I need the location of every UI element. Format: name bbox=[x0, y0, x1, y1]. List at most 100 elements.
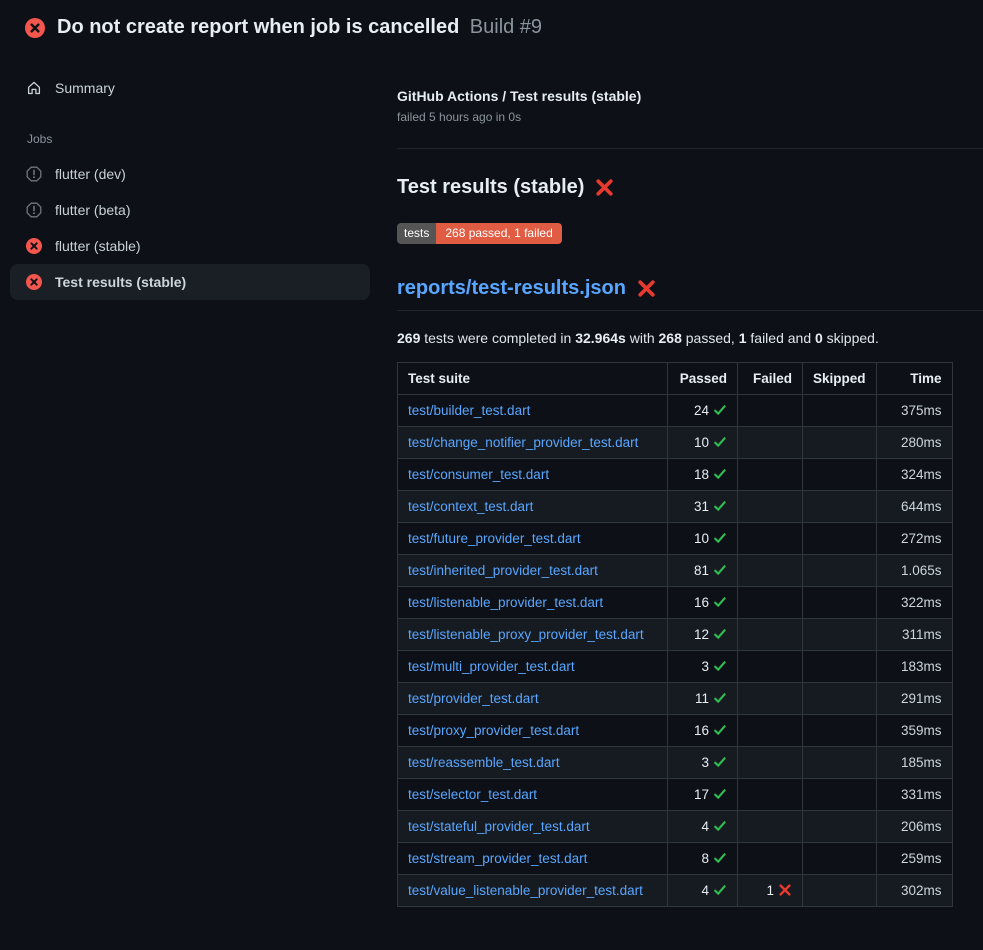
failed-count-cell bbox=[738, 427, 803, 459]
test-suite-link[interactable]: test/change_notifier_provider_test.dart bbox=[408, 435, 638, 450]
green-check-icon bbox=[713, 627, 727, 641]
table-row: test/proxy_provider_test.dart16359ms bbox=[398, 715, 953, 747]
skipped-count-cell bbox=[803, 555, 877, 587]
passed-count-cell: 10 bbox=[668, 523, 738, 555]
time-cell: 375ms bbox=[876, 395, 952, 427]
passed-count-cell: 10 bbox=[668, 427, 738, 459]
passed-count-cell: 4 bbox=[668, 811, 738, 843]
failed-count-cell bbox=[738, 459, 803, 491]
tests-badge[interactable]: tests 268 passed, 1 failed bbox=[397, 223, 562, 244]
table-row: test/reassemble_test.dart3185ms bbox=[398, 747, 953, 779]
test-suite-link[interactable]: test/reassemble_test.dart bbox=[408, 755, 560, 770]
green-check-icon bbox=[713, 851, 727, 865]
passed-count-cell: 16 bbox=[668, 587, 738, 619]
table-row: test/listenable_provider_test.dart 16 322m… bbox=[398, 587, 953, 619]
time-cell: 291ms bbox=[876, 683, 952, 715]
failed-count-cell bbox=[738, 811, 803, 843]
table-row: test/builder_test.dart24375ms bbox=[398, 395, 953, 427]
red-cross-icon bbox=[636, 278, 657, 299]
skipped-count-cell bbox=[803, 747, 877, 779]
failed-count-cell: 1 bbox=[738, 875, 803, 907]
table-row: test/change_notifier_provider_test.dart 1… bbox=[398, 427, 953, 459]
table-row: test/selector_test.dart17331ms bbox=[398, 779, 953, 811]
red-cross-icon bbox=[594, 177, 615, 198]
divider bbox=[397, 148, 983, 149]
sidebar-item-summary[interactable]: Summary bbox=[10, 70, 370, 106]
green-check-icon bbox=[713, 819, 727, 833]
column-header-skipped: Skipped bbox=[803, 363, 877, 395]
table-row: test/context_test.dart31644ms bbox=[398, 491, 953, 523]
green-check-icon bbox=[713, 723, 727, 737]
passed-count-cell: 3 bbox=[668, 747, 738, 779]
test-suite-link[interactable]: test/proxy_provider_test.dart bbox=[408, 723, 579, 738]
failed-count-cell bbox=[738, 587, 803, 619]
skipped-count-cell bbox=[803, 427, 877, 459]
badge-value: 268 passed, 1 failed bbox=[436, 223, 561, 244]
page-title: Do not create report when job is cancell… bbox=[57, 16, 459, 38]
test-suite-link[interactable]: test/stateful_provider_test.dart bbox=[408, 819, 590, 834]
x-circle-icon bbox=[25, 18, 45, 38]
passed-count-cell: 16 bbox=[668, 715, 738, 747]
x-circle-icon bbox=[26, 274, 42, 290]
passed-count-cell: 3 bbox=[668, 651, 738, 683]
test-suite-link[interactable]: test/value_listenable_provider_test.dart bbox=[408, 883, 643, 898]
test-suite-link[interactable]: test/future_provider_test.dart bbox=[408, 531, 581, 546]
job-label: flutter (beta) bbox=[55, 202, 130, 218]
test-suite-link[interactable]: test/inherited_provider_test.dart bbox=[408, 563, 598, 578]
run-meta: failed 5 hours ago in 0s bbox=[397, 110, 983, 124]
test-suite-link[interactable]: test/context_test.dart bbox=[408, 499, 533, 514]
skipped-count-cell bbox=[803, 491, 877, 523]
green-check-icon bbox=[713, 755, 727, 769]
column-header-test-suite: Test suite bbox=[398, 363, 668, 395]
time-cell: 324ms bbox=[876, 459, 952, 491]
green-check-icon bbox=[713, 435, 727, 449]
test-suite-link[interactable]: test/provider_test.dart bbox=[408, 691, 539, 706]
failed-count-cell bbox=[738, 523, 803, 555]
skipped-count-cell bbox=[803, 619, 877, 651]
sidebar-item-job[interactable]: Test results (stable) bbox=[10, 264, 370, 300]
skipped-count-cell bbox=[803, 587, 877, 619]
test-suite-link[interactable]: test/consumer_test.dart bbox=[408, 467, 549, 482]
skipped-count-cell bbox=[803, 395, 877, 427]
test-suite-link[interactable]: test/builder_test.dart bbox=[408, 403, 530, 418]
sidebar-item-job[interactable]: flutter (stable) bbox=[10, 228, 370, 264]
green-check-icon bbox=[713, 499, 727, 513]
time-cell: 280ms bbox=[876, 427, 952, 459]
skipped-count-cell bbox=[803, 779, 877, 811]
report-file-title: reports/test-results.json bbox=[397, 277, 983, 300]
table-header-row: Test suite Passed Failed Skipped Time bbox=[398, 363, 953, 395]
sidebar-item-job[interactable]: flutter (beta) bbox=[10, 192, 370, 228]
skipped-count-cell bbox=[803, 811, 877, 843]
test-suite-link[interactable]: test/stream_provider_test.dart bbox=[408, 851, 587, 866]
time-cell: 183ms bbox=[876, 651, 952, 683]
stop-octagon-icon bbox=[26, 166, 42, 182]
test-suite-link[interactable]: test/multi_provider_test.dart bbox=[408, 659, 575, 674]
home-icon bbox=[26, 80, 42, 96]
table-row: test/stateful_provider_test.dart 4 206ms bbox=[398, 811, 953, 843]
table-row: test/provider_test.dart11291ms bbox=[398, 683, 953, 715]
test-suite-link[interactable]: test/selector_test.dart bbox=[408, 787, 537, 802]
test-suite-link[interactable]: test/listenable_provider_test.dart bbox=[408, 595, 603, 610]
divider bbox=[397, 310, 983, 311]
jobs-list: flutter (dev) flutter (beta) flutter (st… bbox=[0, 156, 380, 300]
report-file-link[interactable]: reports/test-results.json bbox=[397, 277, 626, 300]
skipped-count-cell bbox=[803, 875, 877, 907]
skipped-count-cell bbox=[803, 523, 877, 555]
green-check-icon bbox=[713, 467, 727, 481]
time-cell: 322ms bbox=[876, 587, 952, 619]
column-header-passed: Passed bbox=[668, 363, 738, 395]
jobs-heading: Jobs bbox=[0, 106, 380, 156]
sidebar: Summary Jobs flutter (dev) flutter (beta… bbox=[0, 70, 380, 300]
stop-octagon-icon bbox=[26, 202, 42, 218]
passed-count-cell: 12 bbox=[668, 619, 738, 651]
skipped-count-cell bbox=[803, 651, 877, 683]
sidebar-item-job[interactable]: flutter (dev) bbox=[10, 156, 370, 192]
green-check-icon bbox=[713, 787, 727, 801]
passed-count-cell: 4 bbox=[668, 875, 738, 907]
time-cell: 1.065s bbox=[876, 555, 952, 587]
time-cell: 206ms bbox=[876, 811, 952, 843]
passed-count-cell: 31 bbox=[668, 491, 738, 523]
test-suite-link[interactable]: test/listenable_proxy_provider_test.dart bbox=[408, 627, 644, 642]
failed-count-cell bbox=[738, 619, 803, 651]
table-row: test/future_provider_test.dart10272ms bbox=[398, 523, 953, 555]
